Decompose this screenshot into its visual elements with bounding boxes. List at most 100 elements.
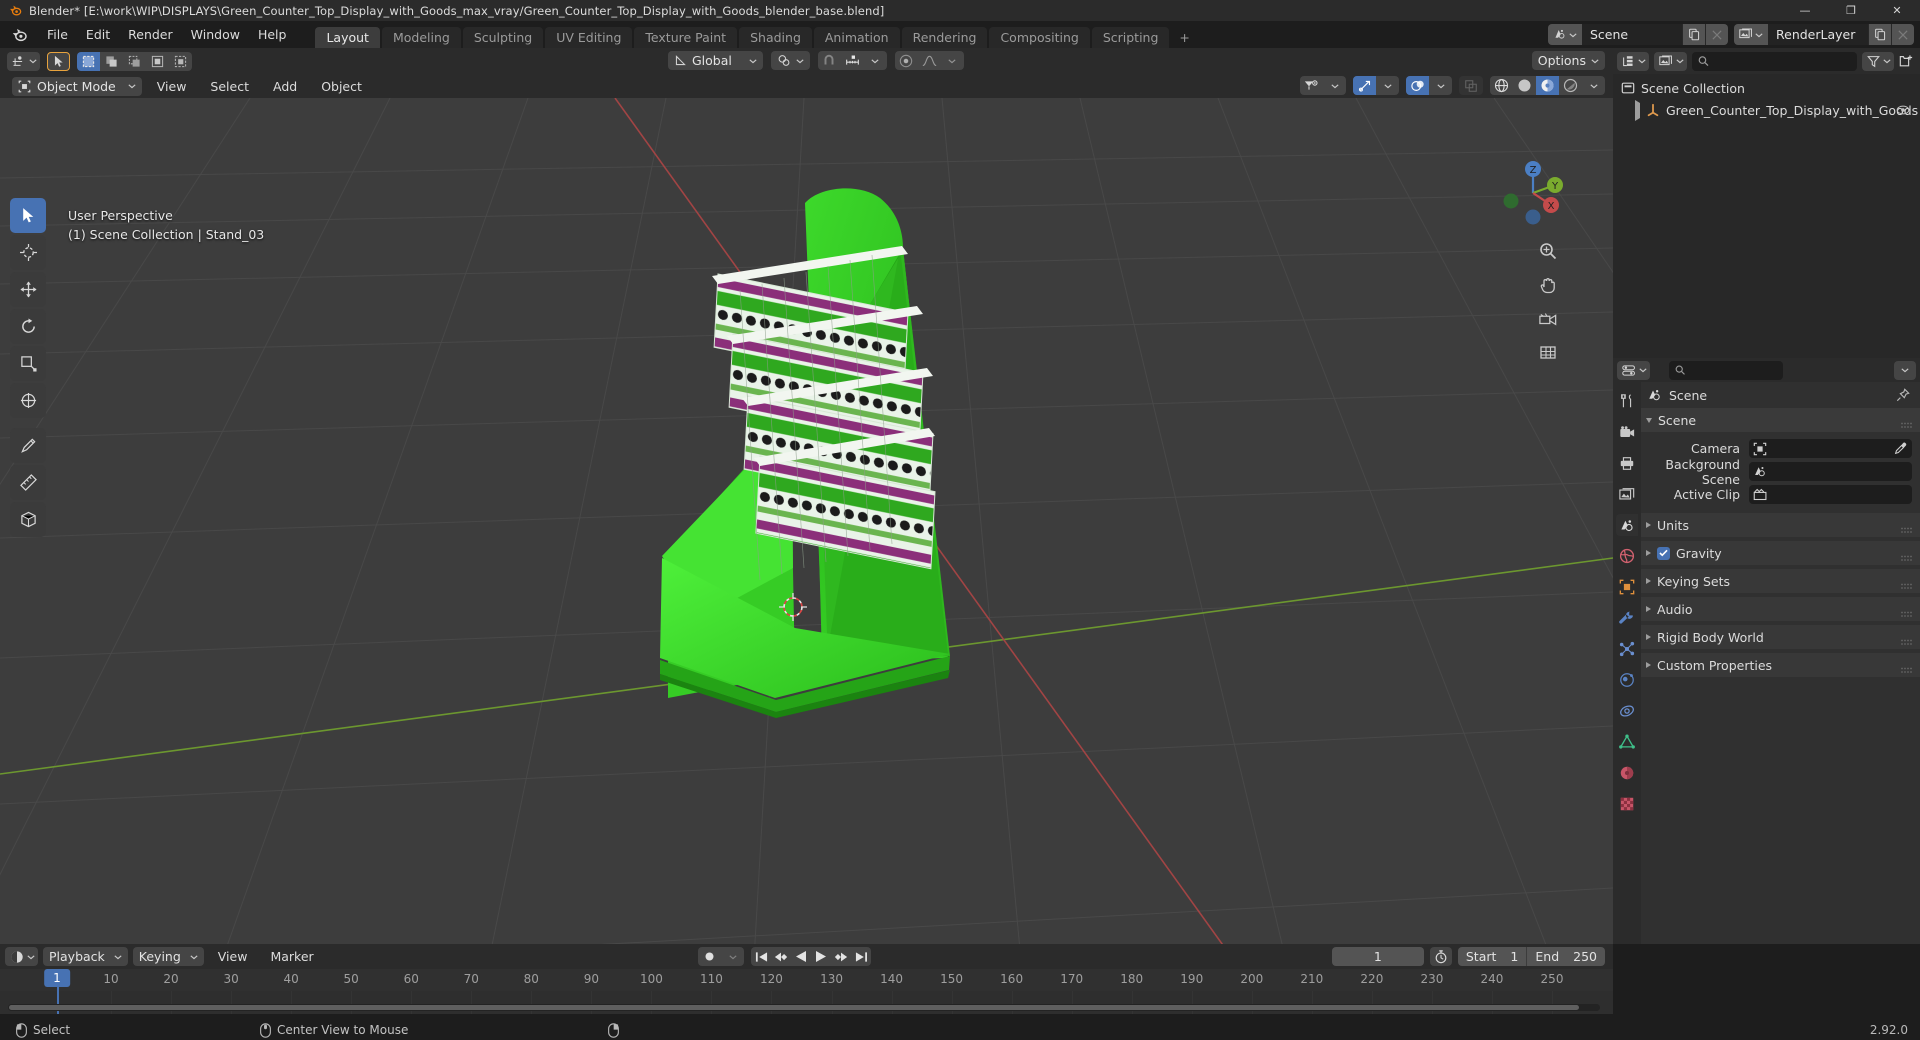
close-button[interactable]: ✕ [1874, 0, 1920, 21]
scene-name[interactable]: Scene [1582, 24, 1682, 45]
show-gizmo-icon[interactable] [1353, 76, 1376, 95]
minimize-button[interactable]: — [1782, 0, 1828, 21]
panel-header-scene[interactable]: Scene [1641, 408, 1920, 432]
pivot-point-selector[interactable] [770, 51, 810, 70]
properties-tab-tool[interactable] [1616, 390, 1638, 412]
view-layer-icon[interactable] [1734, 24, 1768, 45]
property-field-active-clip[interactable] [1749, 485, 1912, 504]
properties-tab-scene[interactable] [1616, 514, 1638, 536]
outliner-row-scene-collection[interactable]: Scene Collection [1613, 77, 1920, 99]
object-visibility-icon[interactable] [1300, 76, 1323, 95]
workspace-tab-scripting[interactable]: Scripting [1091, 27, 1170, 48]
properties-search-input[interactable] [1690, 363, 1777, 377]
properties-tab-view-layer[interactable] [1616, 483, 1638, 505]
viewport-menu-view[interactable]: View [148, 76, 196, 97]
jump-to-end-icon[interactable] [851, 947, 871, 966]
toggle-ortho-icon[interactable] [1535, 340, 1561, 366]
workspace-tab-sculpting[interactable]: Sculpting [462, 27, 544, 48]
select-intersect-icon[interactable] [169, 51, 192, 71]
properties-tab-object[interactable] [1616, 576, 1638, 598]
interaction-mode-selector[interactable]: Object Mode [12, 76, 142, 96]
viewport-menu-select[interactable]: Select [201, 76, 258, 97]
blender-logo-icon[interactable] [6, 26, 32, 43]
tool-move[interactable] [10, 272, 46, 307]
pin-icon[interactable] [1896, 388, 1910, 405]
timeline-marker-menu[interactable]: Marker [261, 946, 322, 967]
viewport-menu-add[interactable]: Add [264, 76, 306, 97]
properties-tab-world[interactable] [1616, 545, 1638, 567]
new-view-layer-button[interactable] [1869, 24, 1891, 45]
properties-search-box[interactable] [1669, 360, 1783, 380]
properties-options-dropdown[interactable] [1894, 360, 1916, 380]
overlay-dropdown-icon[interactable] [1429, 76, 1452, 95]
properties-tab-material[interactable] [1616, 762, 1638, 784]
pan-hand-icon[interactable] [1535, 272, 1561, 298]
outliner-search-input[interactable] [1713, 54, 1851, 68]
tool-add-cube[interactable] [10, 502, 46, 537]
workspace-tab-texture-paint[interactable]: Texture Paint [634, 27, 738, 48]
panel-header-gravity[interactable]: Gravity [1641, 541, 1920, 565]
workspace-tab-animation[interactable]: Animation [813, 27, 900, 48]
rendered-shading-icon[interactable] [1559, 76, 1582, 95]
timeline-scrollbar[interactable] [8, 1004, 1600, 1011]
outliner-editor-type-selector[interactable] [1617, 51, 1649, 71]
tool-scale[interactable] [10, 346, 46, 381]
timeline-keying-menu[interactable]: Keying [132, 947, 204, 966]
start-frame-field[interactable]: Start 1 [1458, 947, 1527, 966]
workspace-tab-layout[interactable]: Layout [315, 27, 380, 48]
properties-tab-render[interactable] [1616, 421, 1638, 443]
expand-triangle-icon[interactable] [1635, 99, 1640, 121]
viewport-menu-object[interactable]: Object [312, 76, 371, 97]
gizmo-dropdown-icon[interactable] [1376, 76, 1399, 95]
visibility-dropdown-icon[interactable] [1323, 76, 1346, 95]
menu-render[interactable]: Render [119, 24, 182, 45]
timeline-scrollbar-thumb[interactable] [9, 1005, 1579, 1010]
falloff-curve-icon[interactable] [918, 51, 941, 70]
jump-to-start-icon[interactable] [751, 947, 771, 966]
eyedropper-icon[interactable] [1894, 442, 1907, 458]
panel-header-rigid-body-world[interactable]: Rigid Body World [1641, 625, 1920, 649]
outliner-filter-button[interactable] [1862, 51, 1894, 71]
select-set-icon[interactable] [77, 51, 100, 71]
timeline-playback-menu[interactable]: Playback [43, 947, 128, 966]
new-collection-button[interactable] [1896, 52, 1916, 71]
viewport-options-button[interactable]: Options [1531, 51, 1605, 70]
menu-edit[interactable]: Edit [77, 24, 119, 45]
menu-window[interactable]: Window [182, 24, 249, 45]
snap-target-icon[interactable] [841, 51, 864, 70]
material-preview-shading-icon[interactable] [1536, 76, 1559, 95]
tool-annotate[interactable] [10, 428, 46, 463]
workspace-tab-uv-editing[interactable]: UV Editing [545, 27, 633, 48]
workspace-tab-rendering[interactable]: Rendering [901, 27, 988, 48]
falloff-dropdown-icon[interactable] [941, 51, 964, 70]
tweak-mode-button[interactable] [47, 51, 70, 71]
playhead-frame-badge[interactable]: 1 [44, 969, 70, 987]
property-field-camera[interactable] [1749, 439, 1912, 458]
camera-view-icon[interactable] [1535, 306, 1561, 332]
gravity-checkbox[interactable] [1657, 546, 1670, 560]
view-layer-name[interactable]: RenderLayer [1768, 24, 1868, 45]
add-workspace-button[interactable]: + [1171, 27, 1197, 48]
properties-tab-physics[interactable] [1616, 669, 1638, 691]
auto-keyframe-icon[interactable] [698, 947, 721, 966]
zoom-icon[interactable] [1535, 238, 1561, 264]
new-scene-button[interactable] [1683, 24, 1705, 45]
timeline-editor-type-selector[interactable] [5, 947, 38, 966]
scene-selector[interactable]: Scene [1548, 24, 1728, 45]
viewport-3d-canvas[interactable]: User Perspective (1) Scene Collection | … [0, 98, 1613, 994]
end-frame-field[interactable]: End 250 [1526, 947, 1605, 966]
hide-in-viewport-icon[interactable] [1896, 103, 1910, 120]
show-overlays-icon[interactable] [1406, 76, 1429, 95]
menu-file[interactable]: File [38, 24, 77, 45]
panel-header-custom-properties[interactable]: Custom Properties [1641, 653, 1920, 677]
play-icon[interactable] [811, 947, 831, 966]
transform-orientation-selector[interactable]: Global [668, 51, 763, 70]
timeline-view-menu[interactable]: View [209, 946, 257, 967]
panel-header-keying-sets[interactable]: Keying Sets [1641, 569, 1920, 593]
tool-tweak[interactable] [10, 198, 46, 233]
select-extend-icon[interactable] [100, 51, 123, 71]
play-reverse-icon[interactable] [791, 947, 811, 966]
tool-cursor[interactable] [10, 235, 46, 270]
wireframe-shading-icon[interactable] [1490, 76, 1513, 95]
xray-toggle-icon[interactable] [1459, 76, 1483, 95]
